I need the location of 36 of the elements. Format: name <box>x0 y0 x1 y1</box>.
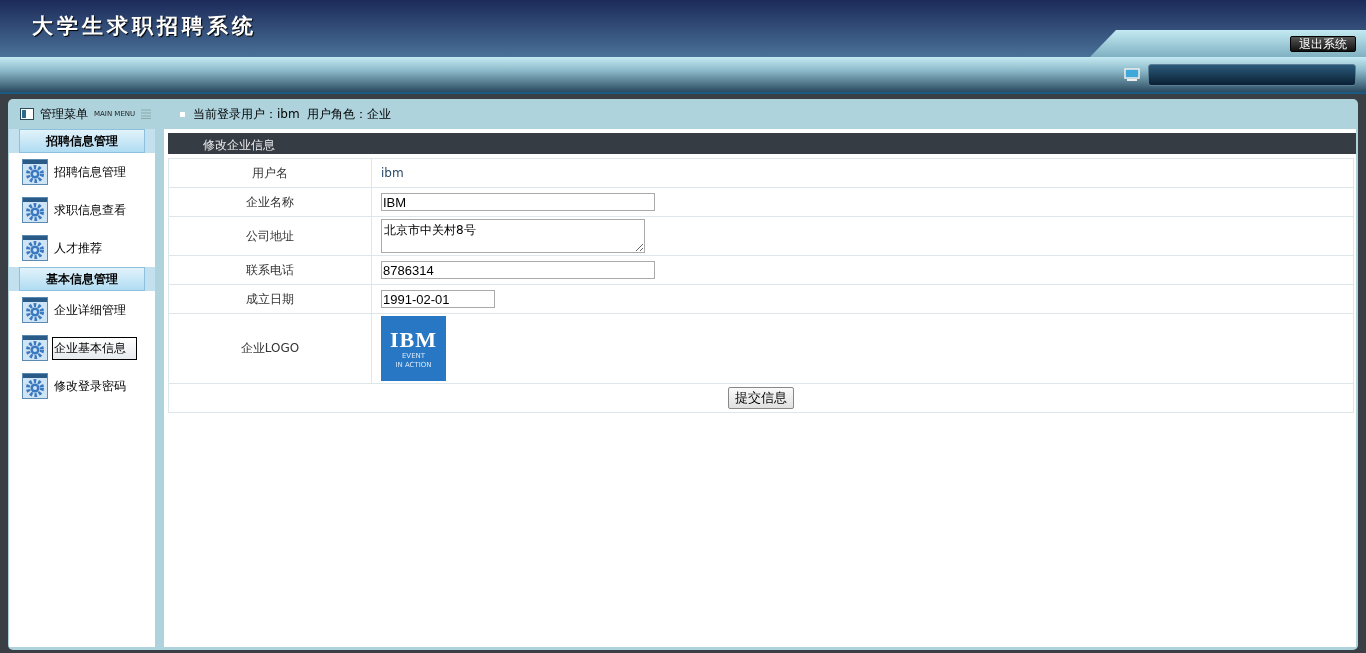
input-field[interactable]: IBM <box>381 193 655 211</box>
field-label: 企业名称 <box>168 187 372 217</box>
system-title: 大学生求职招聘系统 <box>31 12 257 40</box>
gear-window-icon <box>22 373 48 399</box>
logo-text: IBM <box>390 327 437 352</box>
field-label: 公司地址 <box>168 216 372 256</box>
logout-button[interactable]: 退出系统 <box>1290 35 1356 52</box>
submit-button[interactable]: 提交信息 <box>728 387 794 409</box>
monitor-icon <box>1124 67 1140 82</box>
field-label: 用户名 <box>168 158 372 188</box>
sidebar-menu-item[interactable]: 企业基本信息 <box>52 336 137 360</box>
sidebar-menu-item[interactable]: 求职信息查看 <box>52 198 128 222</box>
input-field[interactable]: 8786314 <box>381 261 655 279</box>
lines-icon <box>141 109 152 119</box>
gear-window-icon <box>22 335 48 361</box>
form-title-bar: 修改企业信息 <box>168 133 1356 154</box>
gear-window-icon <box>22 159 48 185</box>
sidebar-menu-item[interactable]: 修改登录密码 <box>52 374 128 398</box>
sidebar-menu-item[interactable]: 招聘信息管理 <box>52 160 128 184</box>
gear-window-icon <box>22 197 48 223</box>
menu-group-header: 招聘信息管理 <box>19 129 145 153</box>
field-label: 成立日期 <box>168 284 372 314</box>
bullet-icon <box>180 111 185 117</box>
sidebar-menu-item[interactable]: 人才推荐 <box>52 236 104 260</box>
date-field[interactable]: 1991-02-01 <box>381 290 495 308</box>
field-label: 联系电话 <box>168 255 372 285</box>
menu-group-header: 基本信息管理 <box>19 267 145 291</box>
username-value: ibm <box>381 166 404 180</box>
sidebar-menu-item[interactable]: 企业详细管理 <box>52 298 128 322</box>
address-field[interactable]: 北京市中关村8号 <box>381 219 645 253</box>
gear-window-icon <box>22 235 48 261</box>
menu-panel-icon <box>20 108 34 120</box>
gear-window-icon <box>22 297 48 323</box>
current-user-info: 当前登录用户：ibm 用户角色：企业 <box>193 105 392 123</box>
menu-title: 管理菜单 <box>40 105 88 123</box>
field-label: 企业LOGO <box>168 313 372 384</box>
